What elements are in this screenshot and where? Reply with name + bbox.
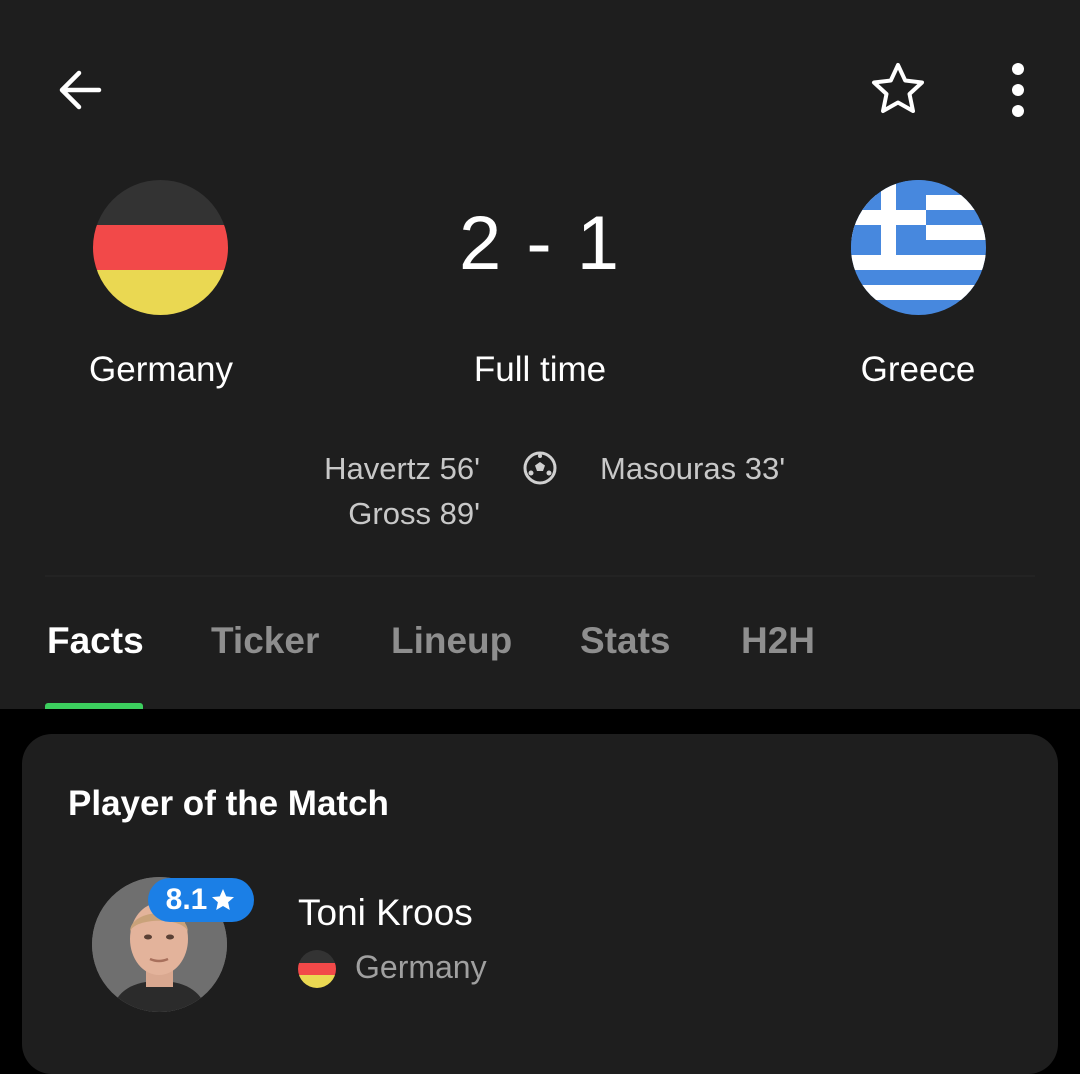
match-tabs: Facts Ticker Lineup Stats H2H [0, 600, 1080, 709]
card-title: Player of the Match [68, 784, 389, 823]
goal-scorer: Havertz 56' [324, 451, 480, 486]
match-status: Full time [473, 350, 607, 389]
away-goal-scorers: Masouras 33' [600, 446, 900, 491]
divider [45, 575, 1035, 577]
star-outline-icon [872, 63, 924, 113]
greece-flag-icon[interactable] [851, 180, 986, 315]
rating-value: 8.1 [165, 883, 208, 916]
tab-ticker[interactable]: Ticker [211, 620, 319, 662]
home-goal-scorers: Havertz 56' Gross 89' [180, 446, 480, 536]
player-name[interactable]: Toni Kroos [298, 892, 473, 934]
tab-facts[interactable]: Facts [47, 620, 144, 662]
back-button[interactable] [40, 50, 120, 130]
germany-flag-icon [298, 950, 336, 988]
germany-flag-icon[interactable] [93, 180, 228, 315]
away-team-name[interactable]: Greece [768, 350, 1068, 390]
star-filled-icon [212, 889, 235, 910]
goal-scorer: Gross 89' [348, 496, 480, 531]
tab-lineup[interactable]: Lineup [391, 620, 512, 662]
more-options-button[interactable] [978, 50, 1058, 130]
more-vertical-icon [1012, 63, 1024, 117]
home-team-name[interactable]: Germany [11, 350, 311, 390]
player-of-match-card[interactable]: Player of the Match 8.1 Toni Kroos Germa… [22, 734, 1058, 1074]
favorite-button[interactable] [858, 50, 938, 130]
match-score: 2 - 1 [458, 201, 622, 286]
match-header: Germany 2 - 1 Full time Greece Havertz 5… [0, 0, 1080, 709]
arrow-left-icon [59, 70, 102, 110]
soccer-ball-icon [523, 451, 557, 485]
goal-scorer: Masouras 33' [600, 451, 786, 486]
tab-h2h[interactable]: H2H [741, 620, 815, 662]
player-country: Germany [355, 949, 487, 985]
player-rating-badge: 8.1 [148, 878, 254, 922]
tab-stats[interactable]: Stats [580, 620, 670, 662]
active-tab-indicator [45, 703, 143, 709]
